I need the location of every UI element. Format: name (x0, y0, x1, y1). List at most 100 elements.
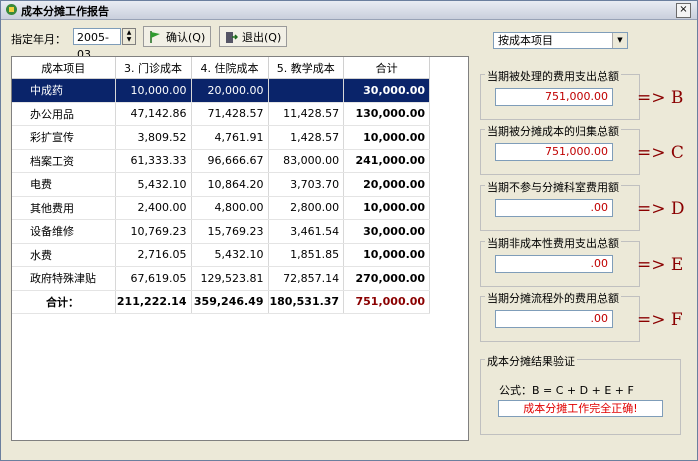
cost-grid[interactable]: 成本项目 3. 门诊成本 4. 住院成本 5. 教学成本 合计 中成药 10,00… (11, 56, 469, 441)
title-bar[interactable]: 成本分摊工作报告 × (1, 1, 697, 20)
row-item-name: 办公用品 (12, 102, 116, 126)
row-teaching: 1,851.85 (268, 243, 345, 267)
group-label-f: 当期分摊流程外的费用总额 (485, 290, 621, 306)
value-f[interactable]: .00 (495, 310, 613, 328)
flag-icon (150, 31, 160, 43)
row-item-name: 电费 (12, 172, 116, 197)
table-row[interactable]: 办公用品 47,142.86 71,428.57 11,428.57 130,000.0… (12, 102, 431, 126)
sum-outpatient: 211,222.14 (115, 290, 192, 314)
chevron-down-icon[interactable]: ▼ (612, 33, 627, 48)
value-e[interactable]: .00 (495, 255, 613, 273)
cost-allocation-window: 成本分摊工作报告 × 指定年月： 2005-03 ▲ ▼ 确认(Q) 退出(Q)… (0, 0, 698, 461)
row-item-name: 档案工资 (12, 149, 116, 173)
row-teaching: 83,000.00 (268, 149, 345, 173)
row-outpatient: 67,619.05 (115, 266, 192, 291)
value-b[interactable]: 751,000.00 (495, 88, 613, 106)
sum-label: 合计： (12, 290, 116, 314)
sum-inpatient: 359,246.49 (191, 290, 269, 314)
group-excluded-dept: 当期不参与分摊科室费用额 .00 (480, 179, 640, 231)
spin-up-icon[interactable]: ▲ (123, 29, 135, 36)
spin-down-icon[interactable]: ▼ (123, 36, 135, 43)
sum-row[interactable]: 合计： 211,222.14 359,246.49 180,531.37 751,000… (12, 290, 431, 314)
row-inpatient: 5,432.10 (191, 243, 269, 267)
confirm-button[interactable]: 确认(Q) (143, 26, 211, 47)
row-total: 20,000.00 (343, 172, 431, 197)
table-row[interactable]: 彩扩宣传 3,809.52 4,761.91 1,428.57 10,000.00 (12, 125, 431, 150)
row-outpatient: 2,716.05 (115, 243, 192, 267)
date-input[interactable]: 2005-03 (73, 28, 121, 61)
letter-b: => B (637, 88, 684, 108)
table-row[interactable]: 档案工资 61,333.33 96,666.67 83,000.00 241,000.0… (12, 149, 431, 173)
app-icon (6, 4, 17, 15)
col-header-total[interactable]: 合计 (343, 57, 431, 79)
row-item-name: 彩扩宣传 (12, 125, 116, 150)
row-outpatient: 61,333.33 (115, 149, 192, 173)
row-total: 30,000.00 (343, 219, 431, 244)
col-header-inpatient[interactable]: 4. 住院成本 (191, 57, 269, 79)
row-inpatient: 20,000.00 (191, 78, 269, 103)
group-label-e: 当期非成本性费用支出总额 (485, 235, 621, 251)
group-total-expense: 当期被处理的费用支出总额 751,000.00 (480, 68, 640, 120)
row-total: 270,000.00 (343, 266, 431, 291)
group-allocated-total: 当期被分摊成本的归集总额 751,000.00 (480, 123, 640, 175)
row-teaching: 1,428.57 (268, 125, 345, 150)
row-total: 130,000.00 (343, 102, 431, 126)
date-label: 指定年月： (11, 33, 66, 46)
row-outpatient: 5,432.10 (115, 172, 192, 197)
row-outpatient: 10,769.23 (115, 219, 192, 244)
row-outpatient: 3,809.52 (115, 125, 192, 150)
col-header-outpatient[interactable]: 3. 门诊成本 (115, 57, 192, 79)
close-button[interactable]: × (676, 3, 691, 18)
row-teaching: 3,461.54 (268, 219, 345, 244)
row-inpatient: 96,666.67 (191, 149, 269, 173)
row-item-name: 设备维修 (12, 219, 116, 244)
row-inpatient: 4,800.00 (191, 196, 269, 220)
value-c[interactable]: 751,000.00 (495, 143, 613, 161)
row-inpatient: 4,761.91 (191, 125, 269, 150)
row-inpatient: 15,769.23 (191, 219, 269, 244)
table-row[interactable]: 中成药 10,000.00 20,000.00 30,000.00 (12, 78, 431, 103)
row-total: 10,000.00 (343, 196, 431, 220)
row-outpatient: 47,142.86 (115, 102, 192, 126)
exit-button[interactable]: 退出(Q) (219, 26, 287, 47)
col-header-teaching[interactable]: 5. 教学成本 (268, 57, 345, 79)
row-total: 10,000.00 (343, 243, 431, 267)
letter-d: => D (637, 199, 685, 219)
table-row[interactable]: 设备维修 10,769.23 15,769.23 3,461.54 30,000.00 (12, 219, 431, 244)
header-row: 成本项目 3. 门诊成本 4. 住院成本 5. 教学成本 合计 (12, 57, 431, 79)
row-teaching: 11,428.57 (268, 102, 345, 126)
confirm-label: 确认(Q) (166, 31, 206, 44)
verification-formula: 公式：B = C + D + E + F (499, 384, 634, 397)
exit-door-icon (226, 32, 238, 43)
row-teaching: 2,800.00 (268, 196, 345, 220)
row-item-name: 中成药 (12, 78, 116, 103)
table-row[interactable]: 政府特殊津贴 67,619.05 129,523.81 72,857.14 270,00… (12, 266, 431, 291)
letter-e: => E (637, 255, 684, 275)
value-d[interactable]: .00 (495, 199, 613, 217)
grouping-select-value: 按成本项目 (498, 34, 553, 47)
sum-teaching: 180,531.37 (268, 290, 345, 314)
group-label-c: 当期被分摊成本的归集总额 (485, 123, 621, 139)
cost-table: 成本项目 3. 门诊成本 4. 住院成本 5. 教学成本 合计 中成药 10,00… (12, 57, 431, 314)
row-item-name: 水费 (12, 243, 116, 267)
table-row[interactable]: 电费 5,432.10 10,864.20 3,703.70 20,000.00 (12, 172, 431, 197)
letter-c: => C (637, 143, 684, 163)
grouping-select[interactable]: 按成本项目 ▼ (493, 32, 628, 49)
row-inpatient: 10,864.20 (191, 172, 269, 197)
row-total: 30,000.00 (343, 78, 431, 103)
exit-label: 退出(Q) (242, 31, 282, 44)
table-row[interactable]: 其他费用 2,400.00 4,800.00 2,800.00 10,000.00 (12, 196, 431, 220)
date-spinner[interactable]: ▲ ▼ (122, 28, 136, 45)
col-header-item[interactable]: 成本项目 (12, 57, 116, 79)
group-outside-flow: 当期分摊流程外的费用总额 .00 (480, 290, 640, 342)
row-outpatient: 2,400.00 (115, 196, 192, 220)
row-inpatient: 129,523.81 (191, 266, 269, 291)
row-total: 10,000.00 (343, 125, 431, 150)
row-teaching: 72,857.14 (268, 266, 345, 291)
verification-result: 成本分摊工作完全正确! (498, 400, 663, 417)
group-label-d: 当期不参与分摊科室费用额 (485, 179, 621, 195)
verification-panel: 成本分摊结果验证 公式：B = C + D + E + F 成本分摊工作完全正确… (480, 353, 681, 435)
row-outpatient: 10,000.00 (115, 78, 192, 103)
row-teaching: 3,703.70 (268, 172, 345, 197)
table-row[interactable]: 水费 2,716.05 5,432.10 1,851.85 10,000.00 (12, 243, 431, 267)
